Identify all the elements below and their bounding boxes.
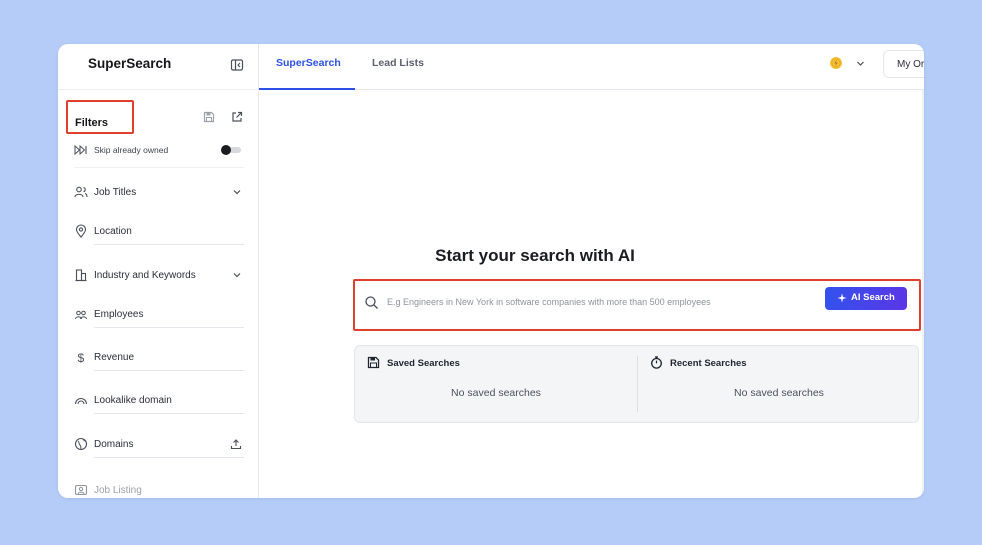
- filter-label: Job Listing: [94, 485, 142, 496]
- chevron-down-icon[interactable]: [232, 187, 242, 197]
- filters-sidebar: SuperSearch Filters Skip already owned J…: [58, 44, 259, 498]
- save-icon[interactable]: [202, 110, 216, 124]
- searches-panel: Saved Searches No saved searches Recent …: [354, 345, 919, 423]
- filter-label: Employees: [94, 309, 144, 320]
- filter-underline: [94, 244, 244, 245]
- chevron-down-icon[interactable]: [856, 59, 865, 68]
- recent-searches-empty: No saved searches: [734, 387, 824, 399]
- filter-label: Domains: [94, 439, 134, 450]
- id-card-icon: [74, 484, 88, 496]
- brand-logo[interactable]: SuperSearch: [88, 56, 171, 71]
- saved-searches-title: Saved Searches: [387, 358, 460, 369]
- building-icon: [75, 269, 87, 282]
- users-icon: [74, 186, 88, 198]
- filter-label: Industry and Keywords: [94, 270, 196, 281]
- ai-search-input[interactable]: [387, 291, 807, 313]
- ai-search-bar: AI Search: [353, 279, 921, 331]
- svg-text:$: $: [78, 351, 85, 364]
- rainbow-icon: [74, 398, 88, 405]
- filter-underline: [94, 457, 244, 458]
- filter-underline: [94, 370, 244, 371]
- skip-owned-label: Skip already owned: [94, 145, 169, 155]
- sidebar-collapse-icon[interactable]: [230, 58, 244, 72]
- filter-location[interactable]: Location: [74, 222, 244, 248]
- skip-owned-toggle[interactable]: [221, 145, 241, 155]
- saved-searches-section: Saved Searches No saved searches: [355, 346, 637, 424]
- main-content: Start your search with AI AI Search: [259, 90, 924, 498]
- external-link-icon[interactable]: [230, 110, 244, 124]
- filter-employees[interactable]: Employees: [74, 305, 244, 331]
- filter-underline: [94, 327, 244, 328]
- dollar-icon: $: [78, 351, 85, 364]
- app-window: SuperSearch Filters Skip already owned J…: [58, 44, 924, 498]
- filter-industry-keywords[interactable]: Industry and Keywords: [74, 266, 244, 292]
- toggle-knob: [221, 145, 231, 155]
- sparkle-icon: [837, 293, 847, 303]
- filter-label: Lookalike domain: [94, 395, 172, 406]
- save-icon: [367, 356, 380, 369]
- skip-owned-row: Skip already owned: [74, 143, 244, 157]
- coin-icon[interactable]: [829, 56, 843, 70]
- organization-button[interactable]: My Or: [883, 50, 924, 78]
- filter-label: Job Titles: [94, 187, 137, 198]
- sidebar-divider: [74, 167, 244, 168]
- search-icon: [365, 296, 378, 309]
- filter-job-listing[interactable]: Job Listing: [74, 481, 244, 498]
- people-icon: [75, 310, 87, 320]
- page-title: Start your search with AI: [435, 246, 635, 265]
- skip-forward-icon: [74, 144, 87, 156]
- tab-supersearch[interactable]: SuperSearch: [276, 57, 341, 69]
- globe-icon: [74, 437, 88, 451]
- chevron-down-icon[interactable]: [232, 270, 242, 280]
- saved-searches-empty: No saved searches: [451, 387, 541, 399]
- filter-domains[interactable]: Domains: [74, 435, 244, 461]
- map-pin-icon: [75, 224, 87, 238]
- upload-icon[interactable]: [230, 438, 242, 450]
- filters-heading: Filters: [75, 117, 109, 129]
- tab-lead-lists[interactable]: Lead Lists: [372, 57, 424, 69]
- stopwatch-icon: [651, 356, 662, 369]
- top-navigation: SuperSearch Lead Lists My Or: [259, 44, 924, 90]
- recent-searches-section: Recent Searches No saved searches: [638, 346, 920, 424]
- filter-job-titles[interactable]: Job Titles: [74, 183, 244, 209]
- filter-label: Revenue: [94, 352, 135, 363]
- recent-searches-title: Recent Searches: [670, 358, 747, 369]
- filter-label: Location: [94, 226, 132, 237]
- filter-underline: [94, 413, 244, 414]
- filter-lookalike-domain[interactable]: Lookalike domain: [74, 391, 244, 417]
- filter-revenue[interactable]: $ Revenue: [74, 348, 244, 374]
- brand-row: SuperSearch: [58, 44, 259, 90]
- scrollbar[interactable]: [922, 90, 924, 498]
- organization-label: My Or: [897, 59, 924, 70]
- ai-search-button[interactable]: AI Search: [825, 287, 907, 310]
- ai-search-label: AI Search: [851, 292, 895, 303]
